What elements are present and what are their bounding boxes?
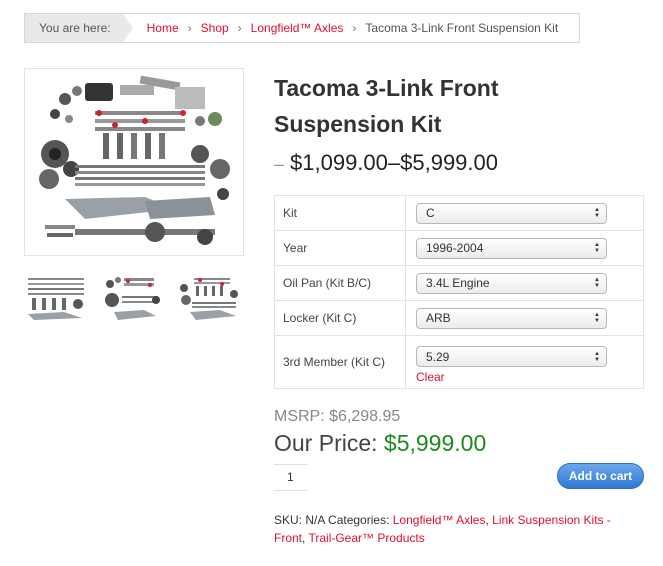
thumbnail-image [100,270,166,326]
oil-pan-select-value: 3.4L Engine [426,276,490,290]
oil-pan-select[interactable]: 3.4L Engine ▲ ▼ [416,272,607,294]
breadcrumb-here-label: You are here: [25,14,133,42]
product-meta: SKU: N/A Categories: Longfield™ Axles, L… [274,513,611,545]
breadcrumb-separator: › [352,21,357,35]
quantity-input[interactable]: 1 [274,464,308,491]
breadcrumb-separator: › [187,21,192,35]
price-range-value: $1,099.00–$5,999.00 [290,150,498,175]
year-select[interactable]: 1996-2004 ▲ ▼ [416,237,607,259]
breadcrumb-current: Tacoma 3-Link Front Suspension Kit [365,21,559,35]
our-price-amount: $5,999.00 [383,430,487,456]
product-main-image[interactable] [24,68,244,256]
select-arrows-icon: ▲ ▼ [594,312,600,324]
variation-row: Year 1996-2004 ▲ ▼ [274,230,644,266]
kit-select[interactable]: C ▲ ▼ [416,202,607,224]
our-price-label: Our Price: [274,430,378,456]
select-arrows-icon: ▲ ▼ [594,242,600,254]
variation-label-year: Year [274,230,406,266]
thumbnail-image [176,270,242,326]
product-thumbnail[interactable] [176,270,242,326]
variation-row: Kit C ▲ ▼ [274,195,644,231]
add-to-cart-button[interactable]: Add to cart [557,463,644,489]
variation-row: 3rd Member (Kit C) 5.29 ▲ ▼ Clear [274,335,644,389]
category-link-trail-gear[interactable]: Trail-Gear™ Products [308,531,424,545]
3rd-member-select[interactable]: 5.29 ▲ ▼ [416,346,607,367]
price-range: – $1,099.00–$5,999.00 [274,150,498,176]
clear-selection-link[interactable]: Clear [416,370,643,384]
price-dash: – [274,154,285,174]
breadcrumb-separator: › [237,21,242,35]
select-arrows-icon: ▲ ▼ [594,207,600,219]
product-thumbnail[interactable] [100,270,166,326]
breadcrumb: You are here: Home › Shop › Longfield™ A… [24,13,580,43]
thumbnail-image [24,270,90,326]
breadcrumb-shop-link[interactable]: Shop [201,21,229,35]
breadcrumb-axles-link[interactable]: Longfield™ Axles [251,21,344,35]
variation-label-locker: Locker (Kit C) [274,300,406,336]
product-title: Tacoma 3-Link Front Suspension Kit [274,75,499,137]
3rd-member-select-value: 5.29 [426,349,450,364]
variation-label-3rd-member: 3rd Member (Kit C) [274,335,406,389]
locker-select[interactable]: ARB ▲ ▼ [416,307,607,329]
suspension-kit-parts-image [25,69,243,255]
breadcrumb-home-link[interactable]: Home [147,21,179,35]
sku-text: SKU: N/A [274,513,325,527]
kit-select-value: C [426,206,435,220]
locker-select-value: ARB [426,311,451,325]
variation-label-kit: Kit [274,195,406,231]
msrp-price: MSRP: $6,298.95 [274,408,401,425]
year-select-value: 1996-2004 [426,241,484,255]
variation-row: Locker (Kit C) ARB ▲ ▼ [274,300,644,336]
product-thumbnail[interactable] [24,270,90,326]
select-arrows-icon: ▲ ▼ [594,350,600,363]
our-price: Our Price: $5,999.00 [274,430,486,457]
variation-label-oil-pan: Oil Pan (Kit B/C) [274,265,406,301]
variations-table: Kit C ▲ ▼ Year 1996-2004 ▲ ▼ Oil Pan (Kit … [274,195,644,389]
select-arrows-icon: ▲ ▼ [594,277,600,289]
categories-label: Categories: [328,513,390,527]
variation-row: Oil Pan (Kit B/C) 3.4L Engine ▲ ▼ [274,265,644,301]
category-link-axles[interactable]: Longfield™ Axles [393,513,486,527]
